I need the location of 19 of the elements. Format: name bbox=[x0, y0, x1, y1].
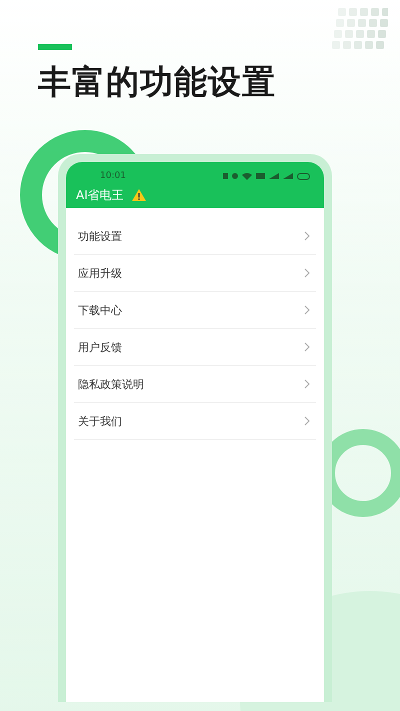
chevron-icon bbox=[304, 379, 310, 389]
chevron-icon bbox=[304, 268, 310, 278]
menu-item[interactable]: 关于我们 bbox=[74, 403, 316, 440]
wifi-icon bbox=[242, 172, 252, 180]
status-time: 10:01 bbox=[100, 171, 126, 181]
app-title: AI省电王 bbox=[76, 186, 124, 204]
battery-icon bbox=[297, 172, 310, 180]
menu-item[interactable]: 功能设置 bbox=[74, 218, 316, 255]
menu-item[interactable]: 隐私政策说明 bbox=[74, 366, 316, 403]
chevron-icon bbox=[304, 342, 310, 352]
accent-bar bbox=[38, 44, 72, 50]
menu-item[interactable]: 用户反馈 bbox=[74, 329, 316, 366]
menu-item[interactable]: 下载中心 bbox=[74, 292, 316, 329]
menu-item[interactable]: 应用升级 bbox=[74, 255, 316, 292]
headline: 丰富的功能设置 bbox=[38, 62, 277, 102]
chevron-icon bbox=[304, 416, 310, 426]
dot-grid-drawing bbox=[332, 8, 388, 52]
chevron-icon bbox=[304, 305, 310, 315]
chevron-icon bbox=[304, 231, 310, 241]
